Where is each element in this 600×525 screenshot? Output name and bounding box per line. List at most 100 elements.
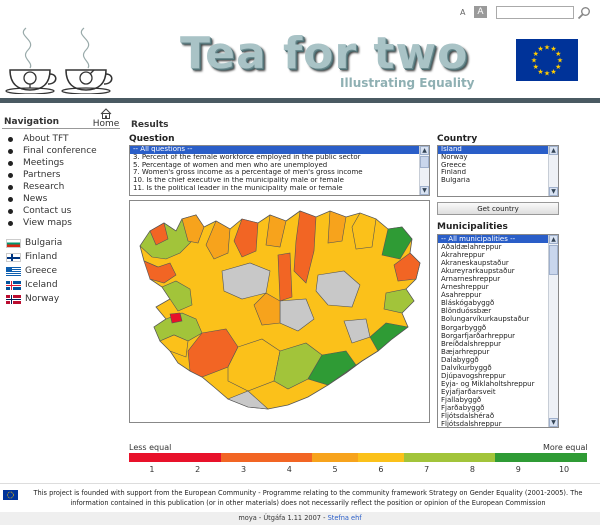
bullet-icon bbox=[8, 160, 13, 166]
municipality-option[interactable]: Árneshreppur bbox=[438, 283, 558, 291]
scroll-thumb[interactable] bbox=[420, 156, 429, 168]
eu-star-icon: ★ bbox=[544, 70, 550, 78]
municipality-option[interactable]: Dalabyggð bbox=[438, 356, 558, 364]
navigation-divider bbox=[2, 128, 120, 129]
scale-number: 2 bbox=[195, 465, 201, 474]
equality-color-scale bbox=[129, 453, 587, 462]
nav-item-about[interactable]: About TFT bbox=[6, 133, 97, 145]
municipality-option[interactable]: Fjallabyggð bbox=[438, 396, 558, 404]
home-link[interactable]: Home bbox=[91, 108, 121, 129]
iceland-municipality-map[interactable] bbox=[130, 201, 429, 422]
map-region bbox=[169, 312, 183, 324]
nav-item-news[interactable]: News bbox=[6, 193, 97, 205]
country-link-bulgaria[interactable]: Bulgaria bbox=[6, 236, 62, 250]
municipality-option[interactable]: Akraneskaupstaður bbox=[438, 259, 558, 267]
map-region bbox=[277, 252, 293, 302]
question-option[interactable]: 3. Percent of the female workforce emplo… bbox=[130, 154, 429, 162]
municipality-option[interactable]: Akureyrarkaupstaður bbox=[438, 267, 558, 275]
country-option[interactable]: Greece bbox=[438, 162, 558, 170]
nav-item-partners[interactable]: Partners bbox=[6, 169, 97, 181]
nav-item-final-conference[interactable]: Final conference bbox=[6, 145, 97, 157]
country-link-greece[interactable]: Greece bbox=[6, 264, 62, 278]
scroll-down-icon[interactable]: ▼ bbox=[420, 186, 429, 195]
eu-flag-small-icon bbox=[3, 490, 18, 500]
nav-item-meetings[interactable]: Meetings bbox=[6, 157, 97, 169]
scale-segment bbox=[403, 453, 450, 462]
country-link-finland[interactable]: Finland bbox=[6, 250, 62, 264]
scroll-up-icon[interactable]: ▲ bbox=[549, 235, 558, 244]
question-listbox[interactable]: -- All questions -- 3. Percent of the fe… bbox=[129, 145, 430, 196]
finland-flag-icon bbox=[6, 252, 21, 262]
question-option[interactable]: 5. Percentage of women and men who are u… bbox=[130, 162, 429, 170]
navigation-menu: About TFT Final conference Meetings Part… bbox=[6, 133, 97, 229]
scale-number: 3 bbox=[240, 465, 247, 474]
municipality-option[interactable]: Dalvíkurbyggð bbox=[438, 364, 558, 372]
greece-flag-icon bbox=[6, 266, 21, 276]
question-option[interactable]: 11. Is the political leader in the munic… bbox=[130, 185, 429, 193]
scale-number: 6 bbox=[378, 465, 384, 474]
municipality-option[interactable]: Fljótsdalshérað bbox=[438, 412, 558, 420]
municipality-option[interactable]: Fjarðabyggð bbox=[438, 404, 558, 412]
municipality-option[interactable]: Bláskógabyggð bbox=[438, 299, 558, 307]
municipality-option[interactable]: Blönduóssbær bbox=[438, 307, 558, 315]
municipality-option[interactable]: -- All municipalities -- bbox=[438, 235, 558, 244]
scroll-up-icon[interactable]: ▲ bbox=[549, 146, 558, 155]
bullet-icon bbox=[8, 220, 13, 226]
municipality-option[interactable]: Akrahreppur bbox=[438, 251, 558, 259]
municipality-option[interactable]: Eyja- og Miklaholtshreppur bbox=[438, 380, 558, 388]
eu-star-icon: ★ bbox=[537, 45, 543, 53]
municipality-option[interactable]: Arnarneshreppur bbox=[438, 275, 558, 283]
home-icon bbox=[100, 108, 112, 119]
municipality-option[interactable]: Aðaldælahreppur bbox=[438, 243, 558, 251]
municipality-option[interactable]: Borgarfjarðarhreppur bbox=[438, 332, 558, 340]
site-title: Tea for two bbox=[180, 28, 469, 79]
municipality-option[interactable]: Fljótsdalshreppur bbox=[438, 420, 558, 427]
legend-more-label: More equal bbox=[543, 443, 588, 452]
country-scrollbar[interactable]: ▲ ▼ bbox=[548, 146, 558, 196]
country-option[interactable]: Norway bbox=[438, 154, 558, 162]
font-size-large-button[interactable]: A bbox=[474, 6, 487, 18]
country-option[interactable]: Island bbox=[438, 146, 558, 154]
municipality-option[interactable]: Bæjarhreppur bbox=[438, 348, 558, 356]
equality-scale-numbers: 1 2 3 4 5 6 7 8 9 10 bbox=[129, 465, 587, 474]
font-size-small-button[interactable]: A bbox=[460, 8, 465, 17]
header-divider bbox=[0, 98, 600, 103]
bulgaria-flag-icon bbox=[6, 238, 21, 248]
municipality-option[interactable]: Djúpavogshreppur bbox=[438, 372, 558, 380]
question-scrollbar[interactable]: ▲ ▼ bbox=[419, 146, 429, 195]
country-listbox[interactable]: Island Norway Greece Finland Bulgaria ▲ … bbox=[437, 145, 559, 197]
municipality-option[interactable]: Bolungarvíkurkaupstaður bbox=[438, 315, 558, 323]
question-option[interactable]: 7. Women's gross income as a percentage … bbox=[130, 169, 429, 177]
municipality-option[interactable]: Ásahreppur bbox=[438, 291, 558, 299]
footer-vendor-link[interactable]: Stefna ehf bbox=[328, 514, 362, 522]
question-option[interactable]: 10. Is the chief executive in the munici… bbox=[130, 177, 429, 185]
legend-less-label: Less equal bbox=[129, 443, 172, 452]
country-option[interactable]: Bulgaria bbox=[438, 177, 558, 185]
footer-divider bbox=[0, 483, 600, 484]
country-link-norway[interactable]: Norway bbox=[6, 292, 62, 306]
scroll-thumb[interactable] bbox=[549, 245, 558, 275]
nav-item-view-maps[interactable]: View maps bbox=[6, 217, 97, 229]
municipalities-scrollbar[interactable]: ▲ ▼ bbox=[548, 235, 558, 427]
municipality-option[interactable]: Eyjafjarðarsveit bbox=[438, 388, 558, 396]
scroll-down-icon[interactable]: ▼ bbox=[549, 187, 558, 196]
footer-disclaimer: This project is founded with support fro… bbox=[33, 489, 583, 507]
get-country-button[interactable]: Get country bbox=[437, 202, 559, 215]
scale-segment bbox=[220, 453, 267, 462]
question-option[interactable]: -- All questions -- bbox=[130, 146, 429, 154]
teacups-logo-icon[interactable] bbox=[4, 24, 122, 94]
country-option[interactable]: Finland bbox=[438, 169, 558, 177]
search-icon[interactable] bbox=[577, 6, 591, 20]
search-input[interactable] bbox=[496, 6, 574, 19]
scale-segment bbox=[357, 453, 404, 462]
iceland-flag-icon bbox=[6, 280, 21, 290]
nav-item-contact[interactable]: Contact us bbox=[6, 205, 97, 217]
municipality-option[interactable]: Breiðdalshreppur bbox=[438, 340, 558, 348]
municipalities-listbox[interactable]: -- All municipalities -- Aðaldælahreppur A… bbox=[437, 234, 559, 428]
nav-item-research[interactable]: Research bbox=[6, 181, 97, 193]
map-region bbox=[383, 288, 415, 314]
scroll-up-icon[interactable]: ▲ bbox=[420, 146, 429, 155]
municipality-option[interactable]: Borgarbyggð bbox=[438, 324, 558, 332]
country-link-iceland[interactable]: Iceland bbox=[6, 278, 62, 292]
scroll-down-icon[interactable]: ▼ bbox=[549, 418, 558, 427]
